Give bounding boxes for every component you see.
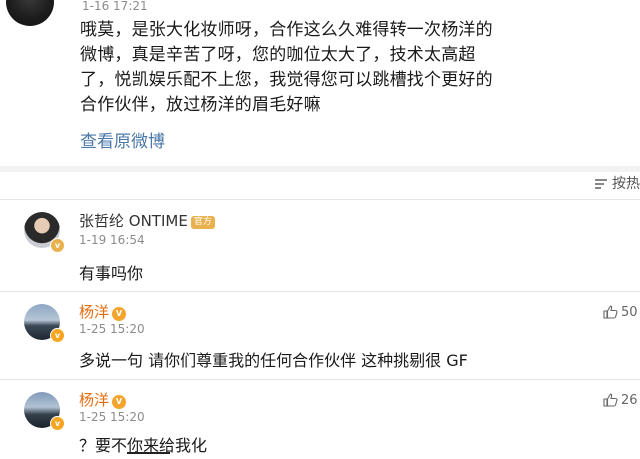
post-body-text: 哦莫，是张大化妆师呀，合作这么久难得转一次杨洋的微博，真是辛苦了呀，您的咖位太大… [80, 20, 493, 115]
sort-icon [594, 178, 608, 190]
author-name-text: 杨洋 [79, 391, 110, 409]
comment-timestamp: 1-25 15:20 [79, 322, 145, 336]
like-count: 26 [621, 393, 638, 408]
sort-label: 按热 [612, 176, 640, 192]
comment-author-name[interactable]: 张哲纶 ONTIME 官方 [79, 210, 215, 231]
thumbs-up-icon [603, 393, 618, 407]
vip-badge-icon: V [112, 307, 127, 321]
verified-badge-icon: v [50, 416, 65, 431]
comment-author-name[interactable]: 杨洋 V [79, 389, 127, 410]
author-name-text: 杨洋 [79, 303, 110, 321]
like-button[interactable]: 26 [603, 393, 638, 408]
vip-badge-icon: V [112, 395, 127, 409]
verified-badge-icon: v [50, 328, 65, 343]
divider [0, 291, 640, 292]
author-name-text: 张哲纶 ONTIME [79, 212, 188, 230]
sort-by-hot-button[interactable]: 按热 [594, 173, 640, 193]
thumbs-up-icon [603, 305, 618, 319]
verified-badge-icon: v [50, 238, 65, 253]
post-timestamp: 1-16 17:21 [82, 0, 148, 13]
official-tag-badge: 官方 [190, 216, 215, 229]
divider [0, 199, 640, 200]
comment-text: 多说一句 请你们尊重我的任何合作伙伴 这种挑剔很 GF [79, 351, 468, 370]
divider [0, 379, 640, 380]
comment-author-name[interactable]: 杨洋 V [79, 301, 127, 322]
view-original-weibo-link[interactable]: 查看原微博 [80, 127, 165, 152]
comment-timestamp: 1-25 15:20 [79, 410, 145, 424]
section-divider [0, 166, 640, 172]
comment-timestamp: 1-19 16:54 [79, 233, 145, 247]
like-button[interactable]: 50 [603, 305, 638, 320]
like-count: 50 [621, 305, 638, 320]
post-author-avatar[interactable] [6, 0, 54, 26]
comment-text: 有事吗你 [79, 264, 144, 283]
text-underline-mark [127, 452, 170, 454]
